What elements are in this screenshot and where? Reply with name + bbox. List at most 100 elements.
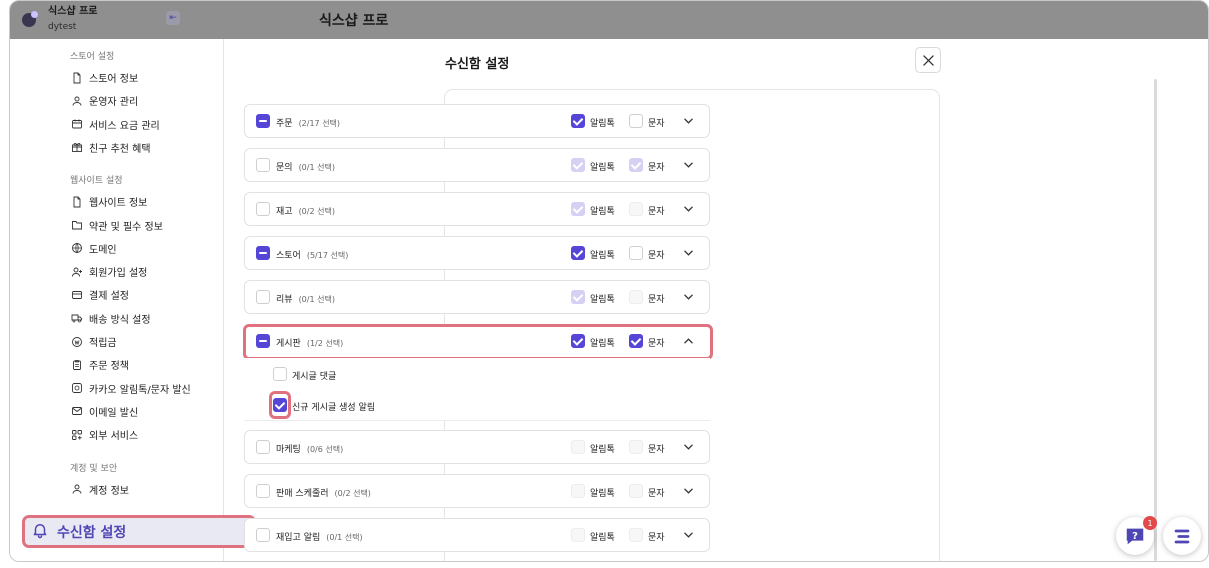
alimtalk-label: 알림톡 xyxy=(590,163,615,173)
sidebar-item[interactable]: 스토어 정보 xyxy=(70,70,138,85)
sidebar-section-label: 웹사이트 설정 xyxy=(70,176,123,187)
sidebar-item[interactable]: 계정 정보 xyxy=(70,482,129,497)
sms-checkbox[interactable] xyxy=(629,484,643,498)
chevron-down-icon[interactable] xyxy=(683,292,693,302)
sidebar-item[interactable]: 배송 방식 설정 xyxy=(70,311,151,326)
sms-label: 문자 xyxy=(648,163,665,173)
chevron-down-icon[interactable] xyxy=(683,116,693,126)
sidebar-item[interactable]: 서비스 요금 관리 xyxy=(70,117,160,132)
billing-icon xyxy=(70,118,83,131)
category-select-checkbox[interactable] xyxy=(256,114,270,128)
category-select-checkbox[interactable] xyxy=(256,528,270,542)
page-title: 수신함 설정 xyxy=(445,57,510,72)
sidebar-item[interactable]: 이메일 발신 xyxy=(70,404,138,419)
sidebar-item[interactable]: 약관 및 필수 정보 xyxy=(70,218,163,233)
sidebar-item[interactable]: 회원가입 설정 xyxy=(70,264,147,279)
sidebar-item-label: 도메인 xyxy=(89,244,117,256)
app-title: 식스샵 프로 xyxy=(319,13,389,29)
chevron-down-icon[interactable] xyxy=(683,248,693,258)
sms-checkbox[interactable] xyxy=(629,158,643,172)
user-add-icon xyxy=(70,265,83,278)
category-count: (5/17 선택) xyxy=(306,251,349,260)
alimtalk-checkbox[interactable] xyxy=(571,334,585,348)
alimtalk-checkbox[interactable] xyxy=(571,158,585,172)
category-select-checkbox[interactable] xyxy=(256,484,270,498)
bell-icon xyxy=(31,521,49,543)
mail-icon xyxy=(70,405,83,418)
category-select-checkbox[interactable] xyxy=(256,158,270,172)
alimtalk-checkbox[interactable] xyxy=(571,484,585,498)
alimtalk-label: 알림톡 xyxy=(590,445,615,455)
scrollbar[interactable] xyxy=(1154,79,1157,561)
sidebar-item-label: 외부 서비스 xyxy=(89,431,139,443)
store-name: 식스샵 프로 xyxy=(48,6,98,17)
sidebar-item[interactable]: 적립금 xyxy=(70,334,117,349)
sidebar-item[interactable]: 외부 서비스 xyxy=(70,427,138,442)
category-select-checkbox[interactable] xyxy=(256,334,270,348)
sidebar-toggle-icon[interactable]: ⇤ xyxy=(166,11,180,25)
alimtalk-label: 알림톡 xyxy=(590,295,615,305)
category-select-checkbox[interactable] xyxy=(256,246,270,260)
sub-item-label: 신규 게시글 생성 알림 xyxy=(292,403,376,413)
sms-label: 문자 xyxy=(648,119,665,129)
close-button[interactable] xyxy=(915,47,941,73)
category-label: 판매 스케줄러 xyxy=(276,489,329,499)
sub-item-label: 게시글 댓글 xyxy=(292,372,337,382)
category-row: 재고 (0/2 선택) 알림톡 문자 xyxy=(244,192,710,226)
sidebar-section-label: 스토어 설정 xyxy=(70,52,115,62)
category-name: 판매 스케줄러 (0/2 선택) xyxy=(276,486,371,499)
category-label: 재입고 알림 xyxy=(276,533,321,543)
category-row: 스토어 (5/17 선택) 알림톡 문자 xyxy=(244,236,710,270)
alimtalk-checkbox[interactable] xyxy=(571,440,585,454)
sub-item-checkbox[interactable] xyxy=(273,367,287,381)
category-count: (0/1 선택) xyxy=(298,295,335,304)
category-name: 재고 (0/2 선택) xyxy=(276,204,335,217)
chevron-down-icon[interactable] xyxy=(683,160,693,170)
category-count: (0/2 선택) xyxy=(334,489,371,498)
category-label: 주문 xyxy=(276,119,293,129)
sub-item-checkbox[interactable] xyxy=(273,398,287,412)
chevron-up-icon[interactable] xyxy=(683,336,693,346)
chevron-down-icon[interactable] xyxy=(683,442,693,452)
sms-checkbox[interactable] xyxy=(629,114,643,128)
sms-checkbox[interactable] xyxy=(629,290,643,304)
sidebar-item[interactable]: 주문 정책 xyxy=(70,357,129,372)
category-select-checkbox[interactable] xyxy=(256,202,270,216)
category-count: (1/2 선택) xyxy=(306,339,344,348)
sidebar-item-label: 운영자 관리 xyxy=(89,97,139,109)
store-id: dytest xyxy=(48,22,77,32)
sidebar: 스토어 설정스토어 정보운영자 관리서비스 요금 관리친구 추천 혜택웹사이트 … xyxy=(10,39,224,561)
chevron-down-icon[interactable] xyxy=(683,530,693,540)
category-name: 스토어 (5/17 선택) xyxy=(276,248,348,261)
sidebar-item[interactable]: 운영자 관리 xyxy=(70,93,138,108)
sidebar-item-inbox-settings[interactable]: 수신함 설정 xyxy=(22,515,256,548)
sub-item-row: 게시글 댓글 xyxy=(244,358,710,390)
sidebar-item-label: 서비스 요금 관리 xyxy=(89,120,160,132)
sidebar-item[interactable]: 웹사이트 정보 xyxy=(70,194,147,209)
sidebar-item[interactable]: 결제 설정 xyxy=(70,287,129,302)
alimtalk-checkbox[interactable] xyxy=(571,290,585,304)
category-select-checkbox[interactable] xyxy=(256,440,270,454)
sidebar-item-label: 카카오 알림톡/문자 발신 xyxy=(89,384,191,396)
chevron-down-icon[interactable] xyxy=(683,486,693,496)
sidebar-item[interactable]: 친구 추천 혜택 xyxy=(70,140,151,155)
sms-checkbox[interactable] xyxy=(629,202,643,216)
sms-label: 문자 xyxy=(648,339,665,349)
alimtalk-checkbox[interactable] xyxy=(571,202,585,216)
sms-checkbox[interactable] xyxy=(629,440,643,454)
sms-checkbox[interactable] xyxy=(629,334,643,348)
menu-button[interactable] xyxy=(1163,517,1201,555)
sms-checkbox[interactable] xyxy=(629,246,643,260)
chevron-down-icon[interactable] xyxy=(683,204,693,214)
sms-label: 문자 xyxy=(648,207,665,217)
alimtalk-checkbox[interactable] xyxy=(571,114,585,128)
sidebar-item[interactable]: 도메인 xyxy=(70,241,117,256)
sms-checkbox[interactable] xyxy=(629,528,643,542)
category-count: (0/2 선택) xyxy=(298,207,335,216)
sidebar-item[interactable]: 카카오 알림톡/문자 발신 xyxy=(70,381,191,396)
alimtalk-checkbox[interactable] xyxy=(571,528,585,542)
sub-item-row: 신규 게시글 생성 알림 xyxy=(244,389,710,421)
category-select-checkbox[interactable] xyxy=(256,290,270,304)
store-switcher[interactable]: 식스샵 프로 dytest xyxy=(22,6,97,33)
alimtalk-checkbox[interactable] xyxy=(571,246,585,260)
